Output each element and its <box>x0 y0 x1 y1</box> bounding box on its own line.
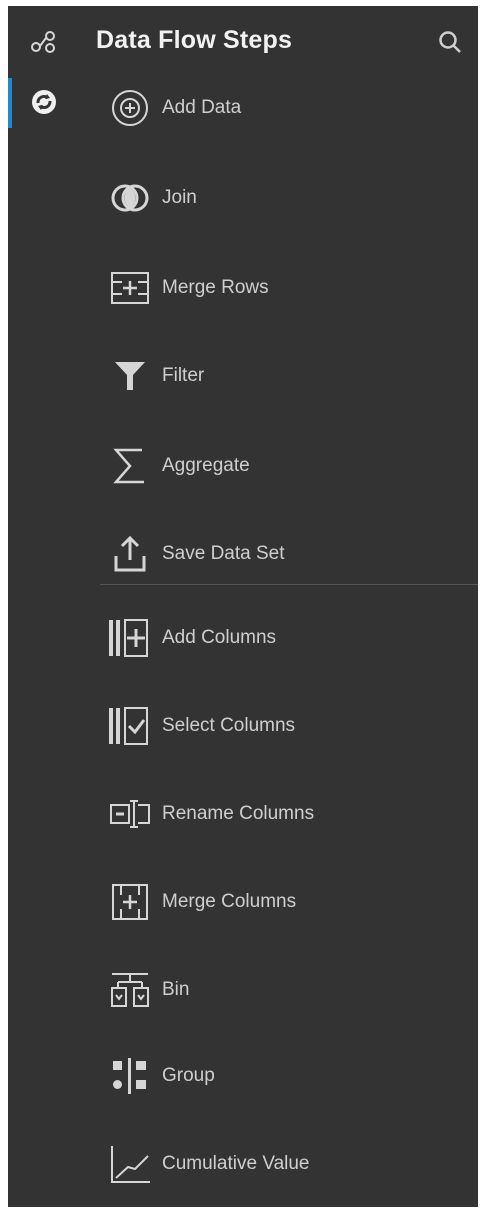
data-flow-icon <box>30 30 58 54</box>
step-filter[interactable]: Filter <box>104 346 474 406</box>
active-rail-indicator <box>8 78 12 128</box>
merge-columns-icon <box>104 876 156 928</box>
step-select-columns[interactable]: Select Columns <box>104 696 474 756</box>
step-label: Save Data Set <box>162 543 285 564</box>
step-label: Add Data <box>162 97 242 118</box>
refresh-steps-icon <box>29 87 59 117</box>
step-merge-rows[interactable]: Merge Rows <box>104 258 474 318</box>
step-aggregate[interactable]: Aggregate <box>104 436 474 496</box>
step-label: Join <box>162 187 197 208</box>
add-data-icon <box>104 82 156 134</box>
step-cumulative-value[interactable]: Cumulative Value <box>104 1134 474 1194</box>
search-button[interactable] <box>432 24 468 60</box>
step-add-data[interactable]: Add Data <box>104 78 474 138</box>
panel-title: Data Flow Steps <box>96 26 293 54</box>
step-group[interactable]: Group <box>104 1046 474 1106</box>
data-flow-steps-window: Data Flow Steps Add Data Join Merge Rows… <box>8 6 478 1207</box>
cumulative-value-icon <box>104 1138 156 1190</box>
step-label: Add Columns <box>162 627 277 648</box>
step-merge-columns[interactable]: Merge Columns <box>104 872 474 932</box>
step-label: Group <box>162 1065 215 1086</box>
filter-icon <box>104 350 156 402</box>
step-join[interactable]: Join <box>104 168 474 228</box>
group-icon <box>104 1050 156 1102</box>
step-add-columns[interactable]: Add Columns <box>104 608 474 668</box>
step-label: Merge Columns <box>162 891 297 912</box>
step-bin[interactable]: Bin <box>104 960 474 1020</box>
join-icon <box>104 172 156 224</box>
aggregate-icon <box>104 440 156 492</box>
add-columns-icon <box>104 612 156 664</box>
rename-columns-icon <box>104 788 156 840</box>
search-icon <box>437 29 463 55</box>
bin-icon <box>104 964 156 1016</box>
step-label: Filter <box>162 365 205 386</box>
rail-steps-button[interactable] <box>20 78 68 126</box>
steps-divider <box>100 584 478 585</box>
step-label: Aggregate <box>162 455 250 476</box>
step-rename-columns[interactable]: Rename Columns <box>104 784 474 844</box>
rail-data-flow-button[interactable] <box>20 18 68 66</box>
step-label: Select Columns <box>162 715 296 736</box>
step-label: Cumulative Value <box>162 1153 310 1174</box>
step-label: Bin <box>162 979 190 1000</box>
step-save-data-set[interactable]: Save Data Set <box>104 524 474 584</box>
save-data-set-icon <box>104 528 156 580</box>
left-rail <box>8 6 84 1207</box>
step-label: Merge Rows <box>162 277 269 298</box>
merge-rows-icon <box>104 262 156 314</box>
step-label: Rename Columns <box>162 803 315 824</box>
select-columns-icon <box>104 700 156 752</box>
